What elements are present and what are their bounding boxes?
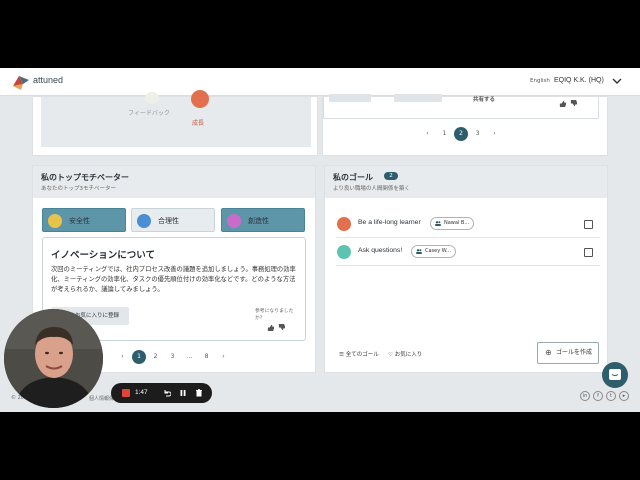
magnifier-icon (137, 214, 151, 228)
list-icon: ☰ (339, 352, 346, 358)
users-icon (435, 221, 441, 226)
presenter-webcam-overlay (4, 309, 103, 408)
heart-icon: ♡ (388, 352, 395, 358)
users-icon (416, 249, 422, 254)
feedback-icon (145, 92, 159, 104)
pause-icon[interactable] (179, 389, 187, 397)
my-goals-card: 私のゴール 2 より良い職場の人間関係を築く Be a life-long le… (324, 165, 608, 373)
thumbs-down-icon[interactable] (278, 324, 285, 331)
pagination-next-icon[interactable]: › (215, 350, 232, 364)
tab-safety[interactable]: 安全性 (42, 208, 126, 232)
tab-rationality[interactable]: 合理性 (131, 208, 215, 232)
screen-recorder-toolbar: 1:47 (111, 383, 212, 403)
thumbs-up-icon[interactable] (267, 324, 274, 331)
goal-checkbox[interactable] (584, 248, 593, 257)
all-goals-link[interactable]: ☰ 全てのゴール (339, 352, 379, 358)
organization-name[interactable]: EQIQ K.K. (HQ) (554, 77, 604, 84)
trash-icon[interactable] (195, 389, 203, 397)
chat-launcher-button[interactable] (602, 362, 628, 388)
card-title: 私のトップモチベーター (41, 173, 129, 182)
goal-owner-name: Casey W... (425, 248, 451, 254)
youtube-icon[interactable]: ▸ (619, 391, 629, 401)
facebook-icon[interactable]: f (593, 391, 603, 401)
brand-name[interactable]: attuned (33, 75, 63, 85)
share-link[interactable]: 共有する (473, 95, 495, 103)
undo-icon[interactable] (163, 389, 171, 397)
feedback-label: フィードバック (128, 110, 170, 117)
card-title: 私のゴール (333, 173, 373, 182)
detail-body: 次回のミーティングでは、社内プロセス改善の議題を追加しましょう。事務処理の効率化… (51, 266, 296, 293)
card-subtitle: あなたのトップ3モチベーター (41, 186, 117, 192)
goal-checkbox[interactable] (584, 220, 593, 229)
tab-creativity[interactable]: 創造性 (221, 208, 305, 232)
page-link[interactable]: 3 (164, 350, 181, 364)
shield-icon (48, 214, 62, 228)
feedback-growth-card (32, 96, 318, 156)
pagination-prev-icon[interactable]: ‹ (419, 127, 436, 141)
top-navigation-bar: attuned English EQIQ K.K. (HQ) (0, 68, 640, 96)
goal-list-item[interactable]: Be a life-long learner Nawal B... (336, 210, 600, 238)
page-link[interactable]: 8 (198, 350, 215, 364)
tab-label: 合理性 (158, 217, 179, 225)
card-subtitle: より良い職場の人間関係を築く (333, 186, 410, 192)
lightbulb-icon (227, 214, 241, 228)
top-pagination: ‹ 1 2 3 › (419, 127, 503, 141)
goal-title[interactable]: Ask questions! (358, 247, 402, 254)
goal-list-item[interactable]: Ask questions! Casey W... (336, 238, 600, 266)
plus-circle-icon: ⊕ (545, 348, 552, 357)
goal-owner-chip[interactable]: Casey W... (411, 245, 456, 258)
thumbs-down-icon[interactable] (570, 100, 577, 107)
thumbs-up-icon[interactable] (559, 100, 566, 107)
goal-title[interactable]: Be a life-long learner (358, 219, 421, 226)
page-link-current[interactable]: 2 (454, 127, 468, 141)
growth-icon (191, 90, 209, 108)
goal-owner-chip[interactable]: Nawal B... (430, 217, 475, 230)
recognition-tag-chip (394, 94, 442, 102)
tab-label: 創造性 (248, 217, 269, 225)
detail-title: イノベーションについて (51, 250, 156, 261)
pagination-ellipsis: ... (186, 353, 193, 360)
goal-category-icon (337, 245, 351, 259)
linkedin-icon[interactable]: in (580, 391, 590, 401)
language-selector[interactable]: English (530, 78, 550, 84)
page-link[interactable]: 2 (147, 350, 164, 364)
recognition-tag-chip (329, 94, 371, 102)
goal-count-badge: 2 (384, 172, 398, 180)
pagination-prev-icon[interactable]: ‹ (114, 350, 131, 364)
page-link[interactable]: 1 (436, 127, 453, 141)
card-header: 私のゴール 2 より良い職場の人間関係を築く (325, 166, 607, 198)
attuned-logo-icon[interactable] (11, 74, 31, 90)
recording-timer: 1:47 (135, 389, 148, 396)
page-link-current[interactable]: 1 (132, 350, 146, 364)
tab-label: 安全性 (69, 217, 90, 225)
presenter-video-icon (4, 309, 103, 408)
twitter-icon[interactable]: t (606, 391, 616, 401)
motivator-pagination-controls: ‹ 1 2 3 ... 8 › (114, 350, 232, 364)
goal-owner-name: Nawal B... (444, 220, 470, 226)
page-link[interactable]: 3 (469, 127, 486, 141)
chevron-down-icon[interactable] (612, 76, 622, 86)
chat-bubble-icon (609, 369, 621, 380)
goal-category-icon (337, 217, 351, 231)
favorites-link[interactable]: ♡ お気に入り (388, 352, 422, 358)
pagination-next-icon[interactable]: › (486, 127, 503, 141)
stop-recording-button[interactable] (122, 389, 130, 397)
growth-label: 成長 (192, 120, 205, 127)
feedback-growth-chart-area (41, 97, 311, 147)
card-header: 私のトップモチベーター あなたのトップ3モチベーター (33, 166, 315, 198)
helpful-prompt: 参考になりましたか？ (255, 309, 294, 321)
